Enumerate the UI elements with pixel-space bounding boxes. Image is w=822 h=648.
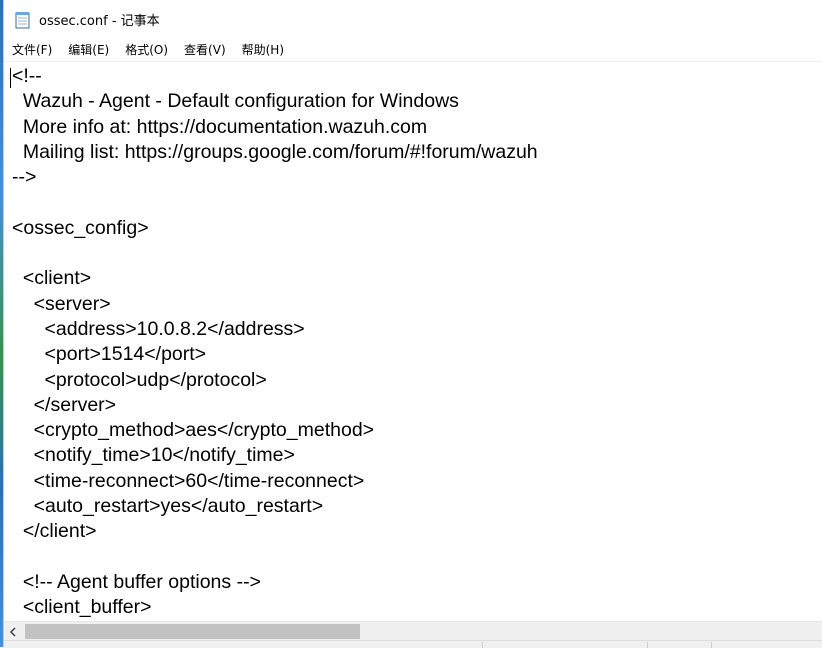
- menu-file[interactable]: 文件(F): [4, 39, 60, 61]
- editor-line: <auto_restart>yes</auto_restart>: [12, 495, 324, 518]
- editor-line: </server>: [12, 393, 117, 416]
- editor-line: -->: [12, 166, 37, 189]
- menu-bar: 文件(F) 编辑(E) 格式(O) 查看(V) 帮助(H): [4, 39, 822, 61]
- editor-line: <server>: [12, 292, 111, 315]
- editor-line: <time-reconnect>60</time-reconnect>: [12, 469, 365, 492]
- text-editor-area[interactable]: <!-- Wazuh - Agent - Default configurati…: [4, 61, 822, 622]
- editor-line: Wazuh - Agent - Default configuration fo…: [12, 90, 459, 113]
- editor-line: <crypto_method>aes</crypto_method>: [12, 419, 375, 442]
- editor-line: <ossec_config>: [12, 216, 149, 239]
- notepad-icon: [15, 11, 31, 29]
- editor-line: Mailing list: https://groups.google.com/…: [12, 140, 538, 163]
- status-divider: [482, 642, 483, 648]
- menu-help[interactable]: 帮助(H): [234, 39, 292, 61]
- title-bar[interactable]: ossec.conf - 记事本: [4, 0, 822, 39]
- editor-line: </client>: [12, 520, 97, 543]
- editor-line: <!--: [12, 65, 42, 87]
- status-divider: [647, 642, 648, 648]
- editor-line: <notify_time>10</notify_time>: [12, 444, 295, 467]
- scrollbar-thumb[interactable]: [25, 624, 360, 639]
- status-divider: [711, 642, 712, 648]
- menu-format[interactable]: 格式(O): [117, 39, 176, 61]
- notepad-window: ossec.conf - 记事本 文件(F) 编辑(E) 格式(O) 查看(V)…: [3, 0, 822, 648]
- editor-line: <client_buffer>: [12, 596, 152, 619]
- chevron-left-icon[interactable]: [4, 622, 21, 641]
- menu-view[interactable]: 查看(V): [176, 39, 234, 61]
- editor-line: <client>: [12, 267, 92, 290]
- editor-line: <!-- Agent buffer options -->: [12, 570, 261, 593]
- editor-content[interactable]: <!-- Wazuh - Agent - Default configurati…: [12, 64, 538, 621]
- window-title: ossec.conf - 记事本: [39, 14, 160, 29]
- editor-line: <port>1514</port>: [12, 343, 207, 366]
- horizontal-scrollbar[interactable]: [4, 621, 822, 641]
- editor-line: <protocol>udp</protocol>: [12, 368, 267, 391]
- menu-edit[interactable]: 编辑(E): [60, 39, 117, 61]
- text-caret: [10, 68, 11, 88]
- editor-line: More info at: https://documentation.wazu…: [12, 115, 428, 138]
- editor-line: <address>10.0.8.2</address>: [12, 317, 305, 340]
